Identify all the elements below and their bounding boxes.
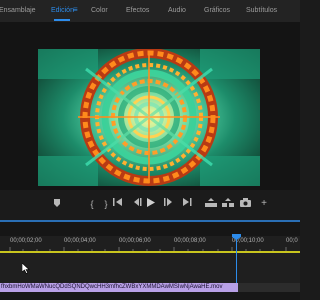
tab-ensamblaje[interactable]: Ensamblaje: [0, 6, 36, 15]
video-preview[interactable]: [38, 49, 260, 186]
add-button-icon[interactable]: +: [258, 198, 270, 210]
tab-subtitulos[interactable]: Subtítulos: [246, 6, 277, 15]
tab-edicion[interactable]: Edición: [51, 6, 74, 15]
hamburger-menu-icon[interactable]: ≡: [73, 5, 78, 14]
timeline-header: [0, 222, 300, 236]
marker-icon[interactable]: [51, 198, 63, 210]
clip-name: fhxbmHoWMaWNucQDdSQNDQwcHH3mfhcZWBxYXMMD…: [1, 284, 223, 290]
track-area: [0, 292, 300, 300]
timecode-label: 00;00;08;00: [174, 238, 206, 244]
mark-out-icon[interactable]: }: [100, 198, 112, 210]
lift-icon[interactable]: [205, 198, 217, 210]
timecode-label: 00;00;02;00: [10, 238, 42, 244]
step-forward-icon[interactable]: [162, 198, 174, 210]
tab-graficos[interactable]: Gráficos: [204, 6, 230, 15]
mark-in-icon[interactable]: {: [86, 198, 98, 210]
timecode-label: 00;0: [286, 238, 298, 244]
export-frame-icon[interactable]: [239, 198, 251, 210]
empty-track-area[interactable]: [238, 283, 300, 292]
video-clip[interactable]: fhxbmHoWMaWNucQDdSQNDQwcHH3mfhcZWBxYXMMD…: [0, 283, 238, 292]
tunnel-spiral-video-frame: [38, 49, 260, 186]
tab-audio[interactable]: Audio: [168, 6, 186, 15]
active-tab-indicator: [54, 19, 70, 21]
workspace-bar: Ensamblaje Edición ≡ Color Efectos Audio…: [0, 0, 300, 22]
mouse-cursor-icon: [22, 263, 30, 274]
timecode-label: 00;00;06;00: [119, 238, 151, 244]
extract-icon[interactable]: [222, 198, 234, 210]
go-to-in-icon[interactable]: [112, 198, 124, 210]
work-area-bar[interactable]: [0, 251, 300, 253]
transport-controls: { } +: [0, 190, 300, 220]
go-to-out-icon[interactable]: [181, 198, 193, 210]
timecode-label: 00;00;04;00: [64, 238, 96, 244]
step-back-icon[interactable]: [131, 198, 143, 210]
play-icon[interactable]: [145, 198, 157, 210]
tab-efectos[interactable]: Efectos: [126, 6, 149, 15]
program-monitor: [0, 22, 300, 190]
playhead-handle-icon[interactable]: [232, 234, 241, 240]
tab-color[interactable]: Color: [91, 6, 108, 15]
